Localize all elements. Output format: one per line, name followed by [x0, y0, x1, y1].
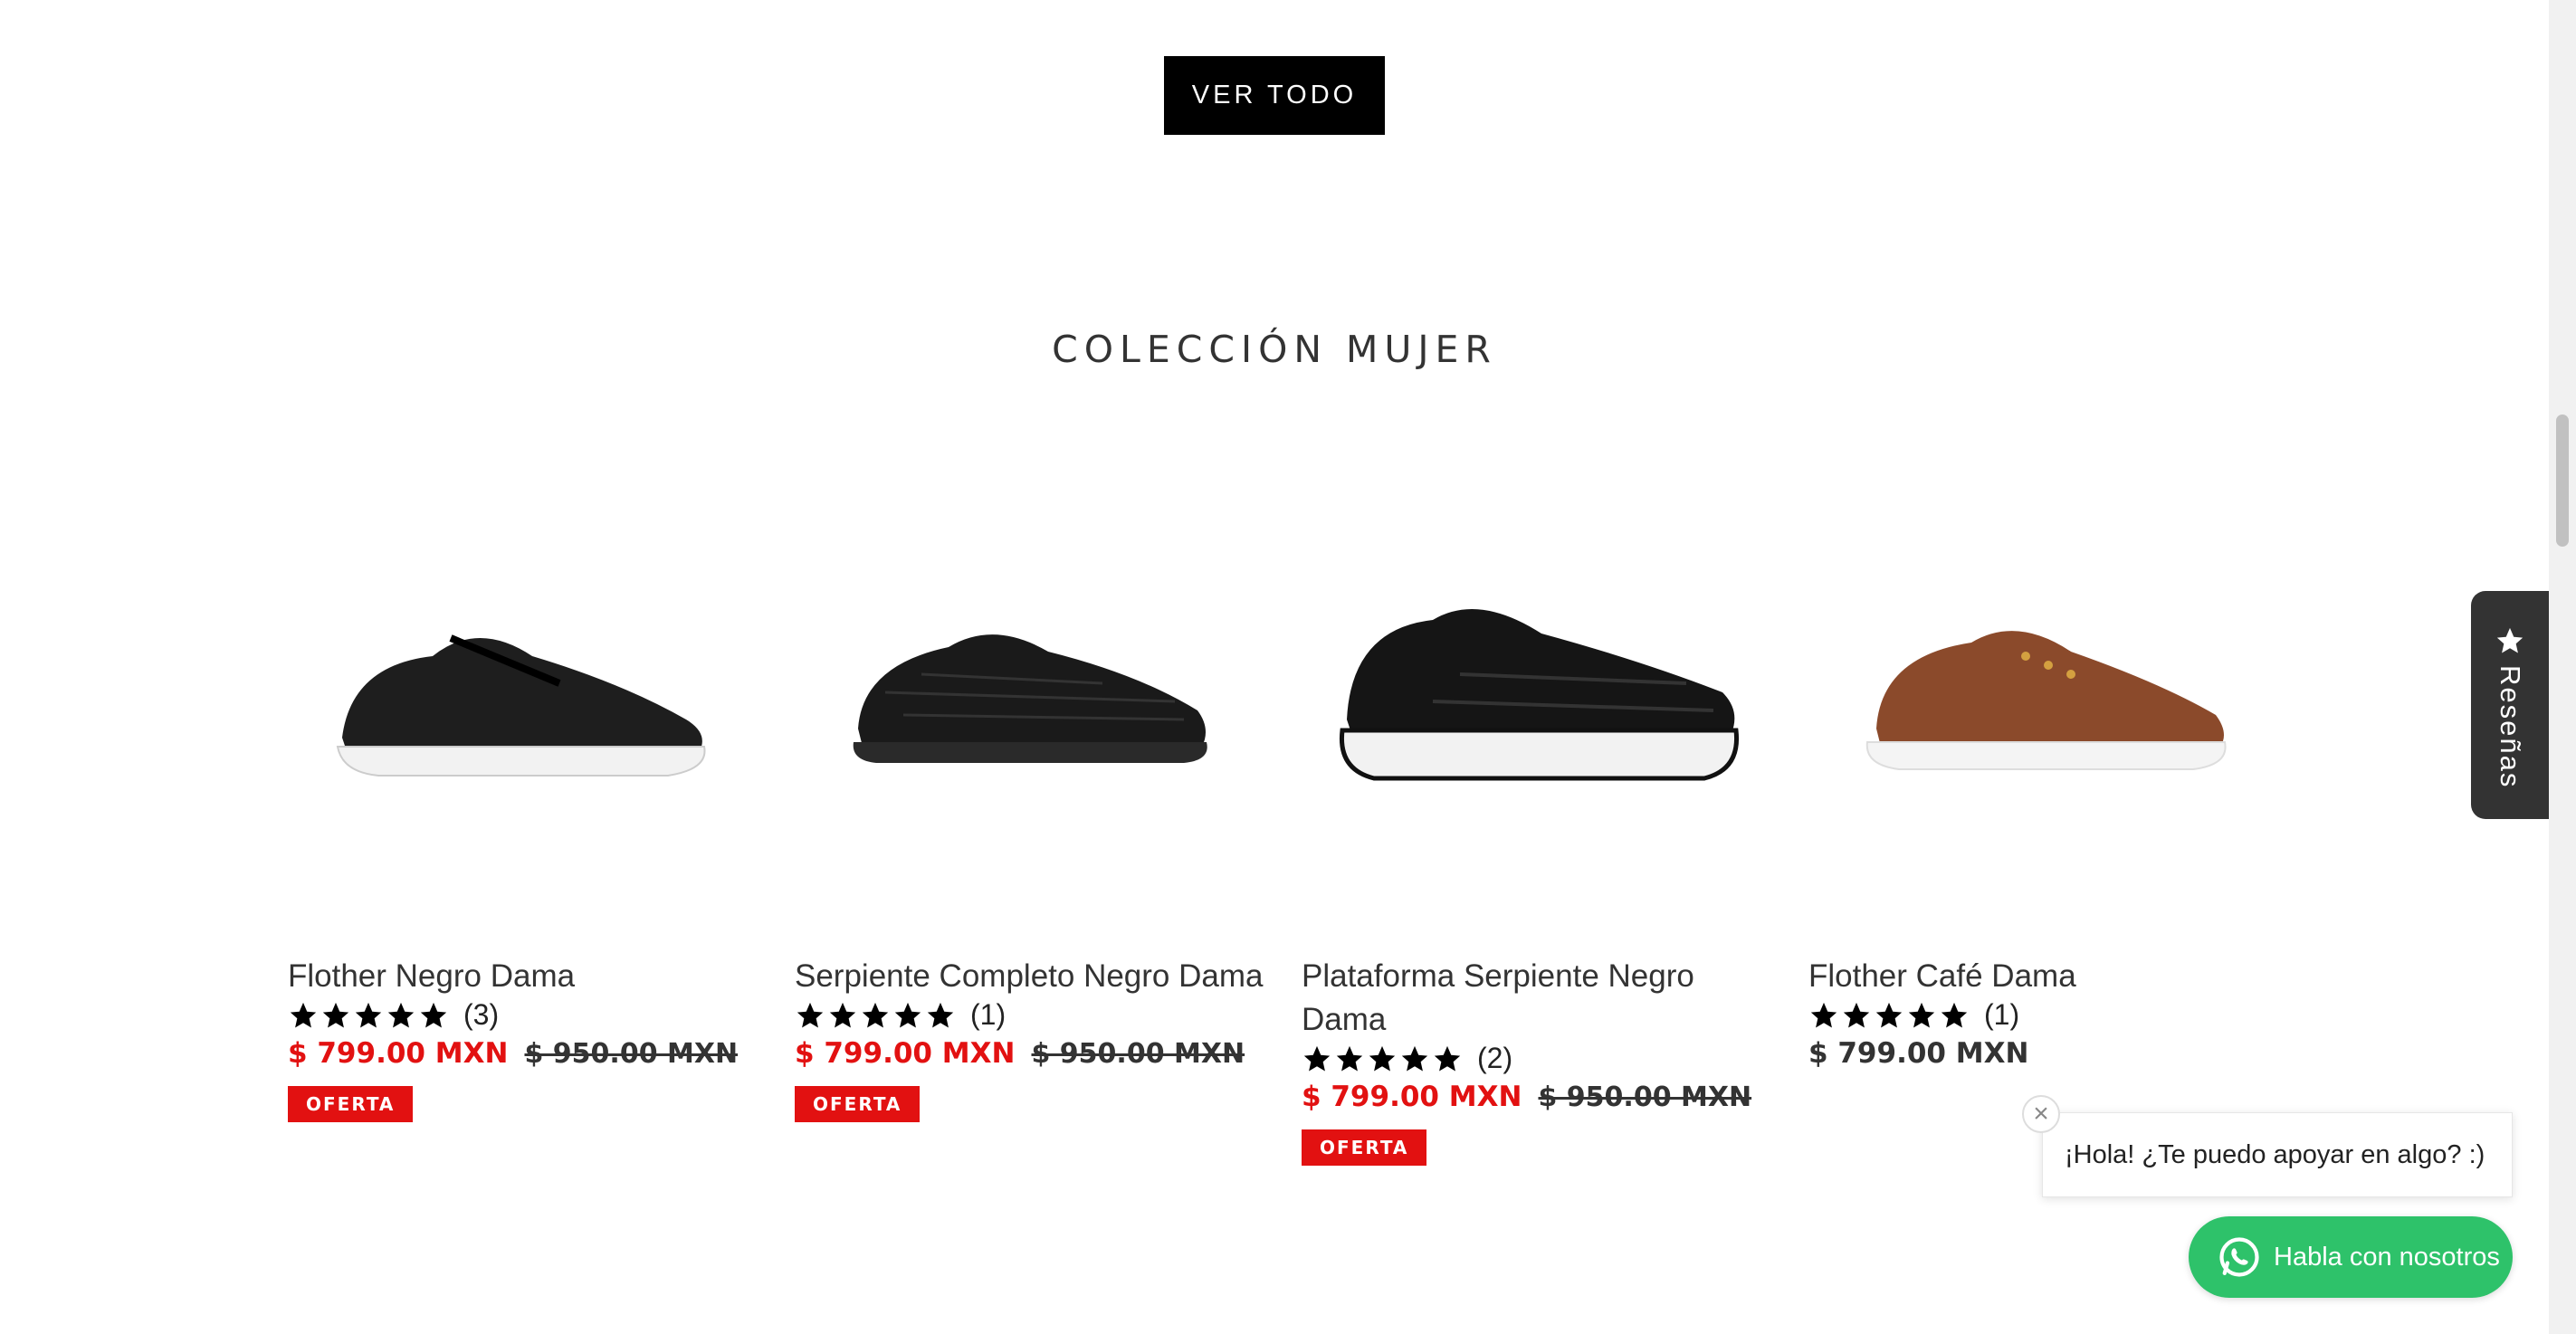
sale-price: $ 799.00 MXN [795, 1037, 1016, 1070]
star-icon [1908, 1002, 1935, 1027]
product-rating: (1) [795, 998, 1265, 1032]
star-icon [1875, 1002, 1903, 1027]
star-icon [2496, 627, 2524, 653]
whatsapp-icon [2219, 1237, 2259, 1277]
scrollbar[interactable] [2549, 0, 2576, 1334]
star-icon [1336, 1045, 1363, 1071]
review-count: (3) [463, 998, 500, 1031]
product-title[interactable]: Flother Negro Dama [288, 955, 758, 998]
price-row: $ 799.00 MXN [1808, 1037, 2279, 1070]
review-count: (1) [970, 998, 1007, 1031]
product-image[interactable] [1302, 453, 1772, 923]
review-count: (1) [1984, 998, 2020, 1031]
reviews-tab[interactable]: Reseñas [2471, 591, 2549, 819]
star-icon [1303, 1045, 1331, 1071]
sale-badge: OFERTA [288, 1086, 414, 1122]
sale-price: $ 799.00 MXN [288, 1037, 509, 1070]
ver-todo-button[interactable]: VER TODO [1164, 56, 1385, 135]
star-rating [288, 1000, 449, 1031]
star-icon [1369, 1045, 1396, 1071]
shoe-image-plataforma-serpiente [1339, 609, 1740, 781]
star-icon [1843, 1002, 1870, 1027]
product-rating: (1) [1808, 998, 2279, 1032]
product-image[interactable] [1808, 453, 2279, 923]
star-icon [797, 1002, 824, 1027]
whatsapp-chat-button[interactable]: Habla con nosotros [2189, 1216, 2513, 1298]
star-rating [795, 1000, 956, 1031]
star-icon [355, 1002, 382, 1027]
product-title[interactable]: Plataforma Serpiente Negro Dama [1302, 955, 1772, 1042]
product-card[interactable]: Flother Café Dama (1) $ 799.00 MXN [1808, 453, 2279, 1070]
reviews-tab-label: Reseñas [2495, 665, 2526, 789]
review-count: (2) [1477, 1042, 1513, 1074]
star-icon [420, 1002, 447, 1027]
compare-price: $ 950.00 MXN [1538, 1081, 1752, 1113]
product-card[interactable]: Flother Negro Dama (3) $ 799.00 MXN $ 95… [288, 453, 758, 1122]
star-icon [1434, 1045, 1461, 1071]
chat-greeting-text: ¡Hola! ¿Te puedo apoyar en algo? :) [2065, 1139, 2485, 1169]
product-title[interactable]: Serpiente Completo Negro Dama [795, 955, 1265, 998]
sale-badge: OFERTA [1302, 1129, 1427, 1166]
product-card[interactable]: Plataforma Serpiente Negro Dama (2) $ 79… [1302, 453, 1772, 1166]
shoe-image-serpiente-completo [853, 634, 1207, 763]
product-rating: (3) [288, 998, 758, 1032]
star-icon [927, 1002, 954, 1027]
product-image[interactable] [288, 453, 758, 923]
star-icon [894, 1002, 921, 1027]
star-rating [1302, 1043, 1463, 1074]
compare-price: $ 950.00 MXN [1031, 1038, 1245, 1070]
product-title[interactable]: Flother Café Dama [1808, 955, 2279, 998]
star-icon [387, 1002, 415, 1027]
compare-price: $ 950.00 MXN [524, 1038, 739, 1070]
product-image[interactable] [795, 453, 1265, 923]
product-rating: (2) [1302, 1042, 1772, 1075]
close-icon[interactable]: × [2022, 1095, 2060, 1133]
price-row: $ 799.00 MXN $ 950.00 MXN [288, 1037, 758, 1070]
star-icon [862, 1002, 889, 1027]
price-row: $ 799.00 MXN $ 950.00 MXN [1302, 1081, 1772, 1113]
star-icon [322, 1002, 349, 1027]
shoe-image-flother-negro [336, 634, 706, 777]
sale-badge: OFERTA [795, 1086, 921, 1122]
sale-price: $ 799.00 MXN [1302, 1081, 1522, 1113]
star-icon [1810, 1002, 1837, 1027]
chat-greeting-bubble[interactable]: ¡Hola! ¿Te puedo apoyar en algo? :) [2042, 1112, 2513, 1197]
star-icon [1941, 1002, 1968, 1027]
star-icon [290, 1002, 317, 1027]
section-title: COLECCIÓN MUJER [1052, 328, 1497, 371]
whatsapp-button-label: Habla con nosotros [2274, 1242, 2500, 1272]
shoe-image-flother-cafe [1865, 631, 2227, 770]
star-icon [1401, 1045, 1428, 1071]
scrollbar-thumb[interactable] [2556, 414, 2569, 547]
regular-price: $ 799.00 MXN [1808, 1037, 2029, 1070]
price-row: $ 799.00 MXN $ 950.00 MXN [795, 1037, 1265, 1070]
product-card[interactable]: Serpiente Completo Negro Dama (1) $ 799.… [795, 453, 1265, 1122]
star-rating [1808, 1000, 1970, 1031]
star-icon [829, 1002, 856, 1027]
